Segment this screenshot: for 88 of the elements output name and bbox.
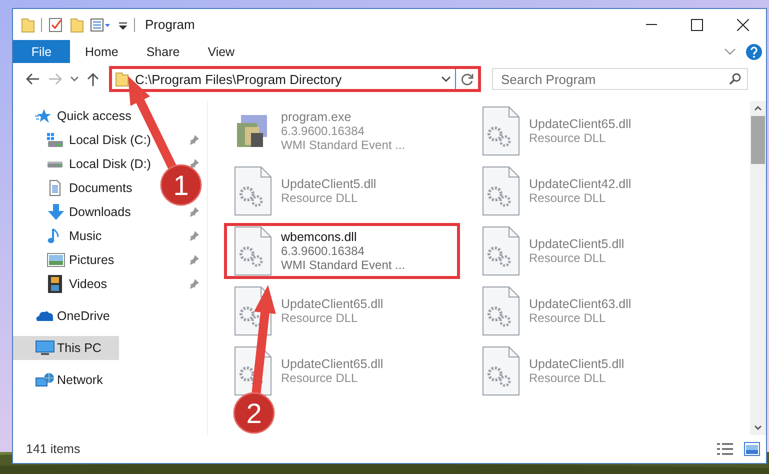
forward-arrow-icon (48, 73, 62, 85)
pin-icon[interactable] (189, 279, 199, 289)
file-detail: 6.3.9600.16384 (281, 244, 366, 258)
nav-item[interactable]: Documents (13, 176, 136, 200)
scrollbar[interactable] (750, 101, 766, 435)
film-icon (47, 275, 63, 293)
window-title: Program (145, 17, 195, 32)
nav-item[interactable]: Local Disk (D:) (13, 152, 155, 176)
ribbon-tab[interactable]: Share (133, 40, 193, 63)
details-view-icon[interactable] (716, 442, 734, 456)
address-path: C:\Program Files\Program Directory (135, 72, 343, 86)
nav-item[interactable]: This PC (13, 336, 119, 360)
nav-item[interactable]: Pictures (13, 248, 118, 272)
file-detail: Resource DLL (281, 191, 359, 205)
file-detail: Resource DLL (529, 311, 607, 325)
settings-file-icon (481, 166, 521, 216)
file-detail: Resource DLL (529, 191, 607, 205)
pin-icon[interactable] (189, 135, 199, 145)
large-icons-view-icon[interactable] (744, 442, 760, 456)
file-detail: WMI Standard Event ... (281, 138, 406, 152)
settings-file-icon (481, 286, 521, 336)
nav-item[interactable]: Network (13, 368, 107, 392)
file-name[interactable]: UpdateClient65.dll (281, 297, 384, 311)
nav-item[interactable]: OneDrive (13, 304, 114, 328)
scroll-thumb[interactable] (751, 116, 765, 164)
drive-icon (47, 160, 63, 168)
item-count: 141 items (26, 442, 80, 456)
nav-item[interactable]: Music (13, 224, 106, 248)
step-badge: 2 (233, 392, 275, 434)
search-icon (729, 73, 741, 85)
refresh-icon (460, 72, 474, 86)
music-note-icon (47, 228, 61, 244)
file-detail: 6.3.9600.16384 (281, 124, 366, 138)
document-icon (47, 180, 63, 196)
file-detail: Resource DLL (529, 371, 607, 385)
cloud-icon (35, 310, 53, 322)
folder-icon (115, 71, 129, 87)
pin-icon[interactable] (189, 255, 199, 265)
ribbon-tab[interactable]: Home (72, 40, 132, 63)
file-detail: WMI Standard Event ... (281, 258, 406, 272)
minimize-icon (646, 24, 656, 26)
file-name[interactable]: UpdateClient42.dll (529, 177, 632, 191)
computer-icon (35, 340, 55, 356)
drive-icon (47, 132, 64, 148)
chevron-down-icon[interactable] (441, 76, 451, 82)
settings-file-icon (233, 166, 273, 216)
file-name[interactable]: UpdateClient63.dll (529, 297, 632, 311)
nav-item[interactable]: Local Disk (C:) (13, 128, 155, 152)
maximize-icon (691, 18, 703, 30)
pin-icon[interactable] (189, 231, 199, 241)
chevron-down-icon (70, 76, 78, 82)
file-name[interactable]: UpdateClient5.dll (529, 357, 624, 371)
settings-file-icon (481, 226, 521, 276)
close-icon (737, 18, 749, 30)
customize-toolbar-icon[interactable] (90, 16, 112, 32)
nav-item[interactable]: Downloads (13, 200, 135, 224)
help-icon[interactable] (746, 44, 762, 60)
nav-item[interactable]: Videos (13, 272, 111, 296)
pin-icon[interactable] (189, 159, 199, 169)
download-arrow-icon (47, 204, 65, 220)
file-name[interactable]: UpdateClient65.dll (529, 117, 632, 131)
up-arrow-icon (87, 72, 99, 86)
file-detail: Resource DLL (281, 311, 359, 325)
star-icon (35, 108, 51, 124)
search-field[interactable]: Search Program (492, 68, 748, 90)
settings-file-icon (481, 346, 521, 396)
file-name[interactable]: program.exe (281, 110, 406, 124)
file-name[interactable]: UpdateClient65.dll (281, 357, 384, 371)
settings-file-icon (481, 106, 521, 156)
step-badge: 1 (160, 164, 202, 206)
new-folder-icon[interactable] (70, 16, 84, 32)
file-detail: Resource DLL (529, 131, 607, 145)
file-name[interactable]: UpdateClient5.dll (281, 177, 376, 191)
file-detail: Resource DLL (281, 371, 359, 385)
file-tab[interactable]: File (13, 40, 70, 63)
network-icon (35, 372, 55, 388)
folder-icon[interactable] (21, 16, 35, 32)
pin-icon[interactable] (189, 207, 199, 217)
file-detail: Resource DLL (529, 251, 607, 265)
properties-icon[interactable] (48, 16, 64, 32)
back-arrow-icon (26, 73, 40, 85)
expand-ribbon-icon[interactable] (724, 48, 736, 56)
settings-file-icon (233, 226, 273, 276)
picture-icon (47, 253, 65, 267)
file-name[interactable]: wbemcons.dll (281, 230, 406, 244)
file-name[interactable]: UpdateClient5.dll (529, 237, 624, 251)
nav-item[interactable]: Quick access (13, 104, 136, 128)
ribbon-tab[interactable]: View (194, 40, 248, 63)
